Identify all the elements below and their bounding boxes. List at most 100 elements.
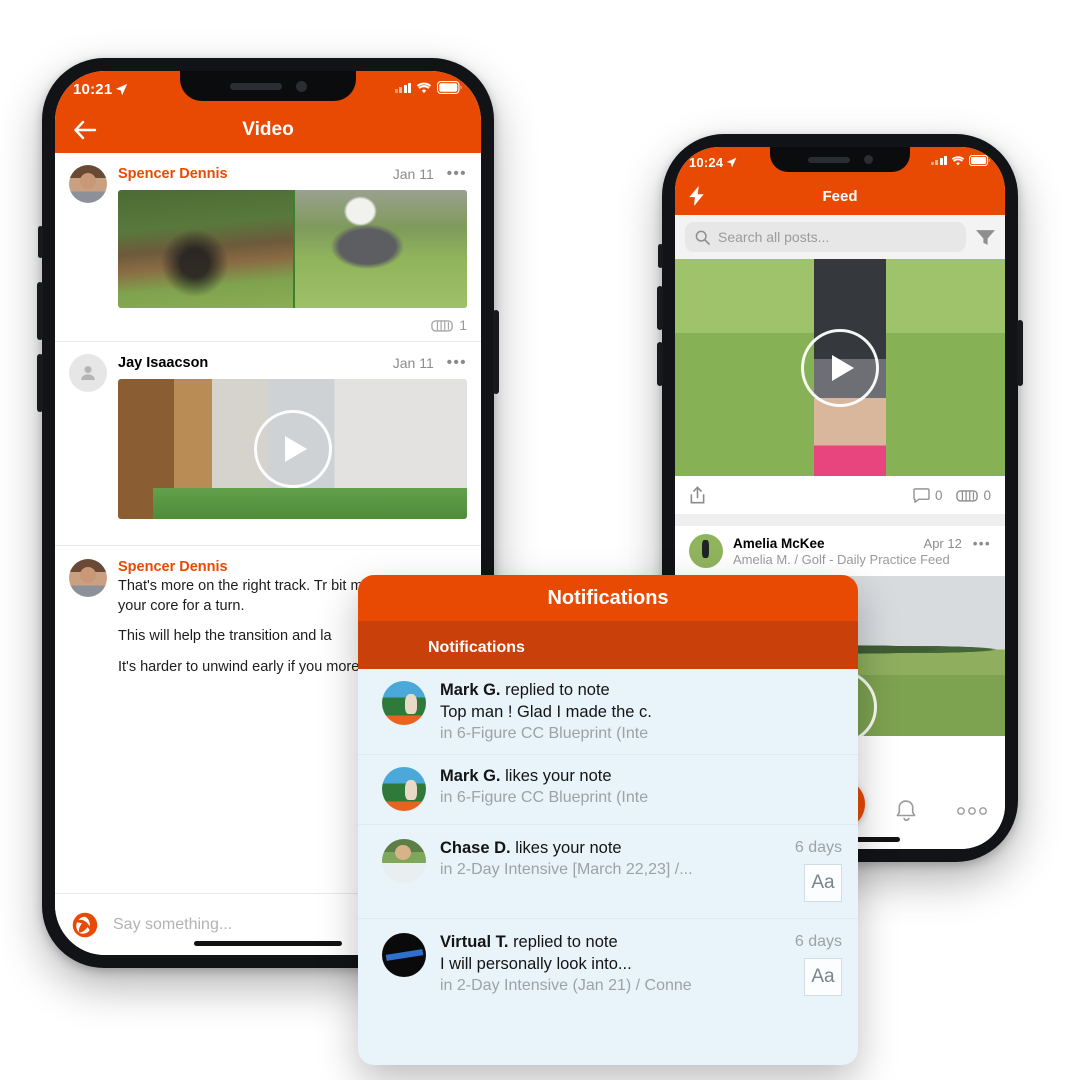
search-placeholder: Search all posts...	[718, 229, 830, 245]
notification-meta: 6 days Aa	[770, 839, 842, 902]
post-item[interactable]: Spencer Dennis Jan 11 ••• 1	[55, 153, 481, 342]
status-indicators	[394, 81, 464, 94]
feed-date: Apr 12	[923, 535, 962, 551]
location-arrow-icon	[116, 83, 128, 96]
avatar[interactable]	[382, 681, 426, 725]
post-header: Jay Isaacson Jan 11 •••	[69, 354, 467, 519]
reaction-count-group[interactable]: 0	[956, 487, 991, 503]
share-icon[interactable]	[689, 485, 706, 505]
notifications-list[interactable]: Mark G. replied to note Top man ! Glad I…	[358, 669, 858, 1012]
notification-row[interactable]: Chase D. likes your note in 2-Day Intens…	[358, 825, 858, 919]
notification-preview: Top man ! Glad I made the c.	[440, 703, 652, 721]
right-app-header: 10:24 Feed	[675, 147, 1005, 215]
play-button[interactable]	[801, 328, 879, 407]
feed-subtitle: Amelia M. / Golf - Daily Practice Feed	[733, 551, 950, 567]
post-date: Jan 11	[392, 354, 434, 371]
left-app-header: 10:21 Video	[55, 71, 481, 153]
search-input[interactable]: Search all posts...	[685, 222, 966, 252]
avatar[interactable]	[382, 933, 426, 977]
comment-count: 0	[934, 487, 943, 503]
notification-headline: Virtual T. replied to note	[440, 933, 756, 952]
right-phone-volume-up	[657, 286, 663, 330]
avatar[interactable]	[382, 839, 426, 883]
post-media[interactable]	[118, 379, 467, 519]
post-author[interactable]: Jay Isaacson	[118, 355, 208, 371]
notification-actor: Chase D.	[440, 839, 511, 857]
left-phone-volume-up	[37, 282, 43, 340]
more-dots-icon[interactable]: •••	[973, 536, 991, 551]
post-reactions: 1	[69, 317, 467, 333]
play-triangle-icon	[284, 436, 307, 462]
reaction-count: 1	[459, 317, 467, 333]
search-icon	[695, 230, 710, 245]
battery-icon	[437, 81, 462, 94]
post-header: Spencer Dennis Jan 11 •••	[69, 165, 467, 308]
notification-row[interactable]: Mark G. replied to note Top man ! Glad I…	[358, 669, 858, 755]
post-media-right-half	[292, 190, 467, 308]
location-arrow-icon	[726, 157, 737, 168]
person-icon	[81, 366, 95, 380]
comment-input[interactable]: Say something...	[113, 916, 232, 934]
sidebar-item-more[interactable]	[948, 806, 996, 816]
notification-text: Mark G. likes your note in 6-Figure CC B…	[440, 767, 842, 807]
page-title: Feed	[822, 187, 858, 205]
wifi-icon	[951, 155, 965, 165]
left-status-bar: 10:21	[73, 81, 463, 107]
placeholder-avatar[interactable]	[69, 354, 107, 392]
feed-author[interactable]: Amelia McKee	[733, 536, 825, 551]
notifications-tabbar: Notifications	[358, 621, 858, 673]
search-bar: Search all posts...	[675, 215, 1005, 259]
right-phone-mute-switch	[658, 244, 663, 268]
notification-actor: Virtual T.	[440, 933, 509, 951]
avatar[interactable]	[69, 165, 107, 203]
back-button[interactable]	[73, 120, 97, 140]
wifi-icon	[416, 82, 432, 93]
notification-action: replied to note	[513, 933, 618, 951]
notification-action: replied to note	[505, 681, 610, 699]
feed-author-row[interactable]: Amelia McKee Apr 12 ••• Amelia M. / Golf…	[675, 526, 1005, 576]
post-author[interactable]: Spencer Dennis	[118, 166, 228, 182]
notifications-panel-title: Notifications	[547, 586, 669, 609]
comment-author[interactable]: Spencer Dennis	[118, 559, 467, 575]
status-time: 10:24	[689, 155, 737, 170]
notification-row[interactable]: Mark G. likes your note in 6-Figure CC B…	[358, 755, 858, 825]
comment-count-group[interactable]: 0	[913, 487, 943, 503]
notifications-panel: Notifications Notifications Mark G. repl…	[358, 575, 858, 1065]
lightning-button[interactable]	[689, 186, 705, 206]
sidebar-item-notifications[interactable]	[883, 799, 931, 823]
post-date: Jan 11	[392, 165, 434, 182]
notification-preview: I will personally look into...	[440, 955, 632, 973]
notification-actor: Mark G.	[440, 767, 501, 785]
note-type-badge[interactable]: Aa	[804, 864, 842, 902]
note-type-badge[interactable]: Aa	[804, 958, 842, 996]
notification-time: 6 days	[794, 933, 842, 950]
notification-context: in 6-Figure CC Blueprint (Inte	[440, 789, 649, 806]
play-button[interactable]	[253, 410, 332, 488]
notification-context: in 2-Day Intensive [March 22,23] /...	[440, 861, 693, 878]
more-dots-icon[interactable]: •••	[447, 354, 467, 371]
left-phone-power-button	[493, 310, 499, 394]
notification-headline: Chase D. likes your note	[440, 839, 756, 858]
feed-media[interactable]	[675, 259, 1005, 476]
more-dots-icon[interactable]: •••	[447, 165, 467, 182]
shutter-logo-icon[interactable]	[71, 911, 99, 939]
right-status-bar: 10:24	[689, 155, 991, 177]
post-item[interactable]: Jay Isaacson Jan 11 •••	[55, 342, 481, 546]
notification-meta: 6 days Aa	[770, 933, 842, 996]
tab-notifications[interactable]: Notifications	[366, 639, 527, 673]
notification-row[interactable]: Virtual T. replied to note I will person…	[358, 919, 858, 1012]
filter-funnel-icon[interactable]	[976, 229, 995, 246]
fist-bump-icon[interactable]	[431, 317, 453, 333]
avatar[interactable]	[689, 534, 723, 568]
notifications-panel-header: Notifications	[358, 575, 858, 621]
post-media[interactable]	[118, 190, 467, 308]
page-title: Video	[242, 119, 294, 140]
feed-separator	[675, 514, 1005, 526]
avatar[interactable]	[382, 767, 426, 811]
notification-headline: Mark G. replied to note	[440, 681, 842, 700]
feed-counts: 0 0	[913, 487, 991, 503]
feed-action-bar: 0 0	[675, 476, 1005, 514]
reaction-count: 0	[983, 487, 991, 503]
notification-text: Chase D. likes your note in 2-Day Intens…	[440, 839, 756, 879]
avatar[interactable]	[69, 559, 107, 597]
